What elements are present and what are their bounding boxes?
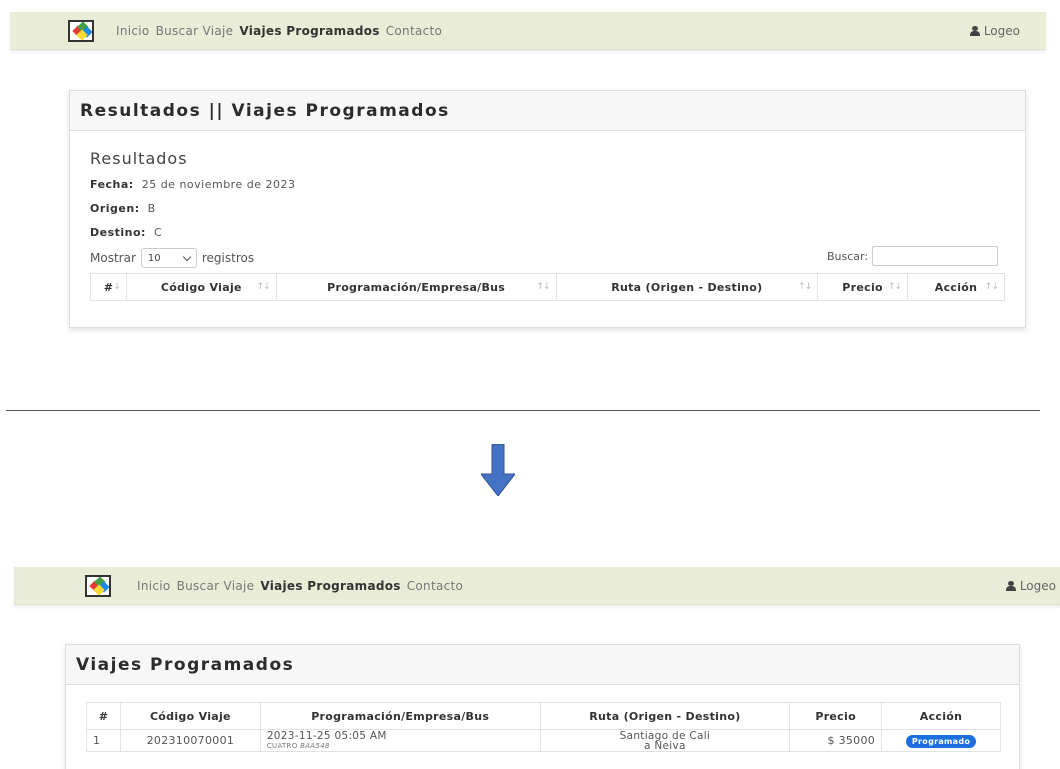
nav-links: Inicio Buscar Viaje Viajes Programados C… xyxy=(116,24,448,38)
user-icon xyxy=(1005,580,1016,591)
login-label: Logeo xyxy=(1019,578,1056,593)
row-action: Programado xyxy=(881,729,1001,752)
destino-value: C xyxy=(153,226,163,239)
col-precio[interactable]: Precio ↑↓ xyxy=(817,273,909,301)
row-company: CUATRO xyxy=(266,741,298,750)
col-programacion[interactable]: Programación/Empresa/Bus ↑↓ xyxy=(275,273,557,301)
logo-icon[interactable] xyxy=(85,574,111,597)
results-table: # ↓ Código Viaje ↑↓ Programación/Empresa/B… xyxy=(90,273,1005,301)
origen-value: B xyxy=(147,202,156,215)
sort-icon: ↓ xyxy=(113,282,120,292)
page-length-value: 10 xyxy=(147,252,161,264)
origen-row: Origen: B xyxy=(90,202,156,215)
row-route-origin: Santiago de Cali xyxy=(619,729,711,742)
section-title: Resultados xyxy=(90,149,188,168)
status-badge[interactable]: Programado xyxy=(905,734,977,748)
user-icon xyxy=(969,25,980,36)
logo-icon[interactable] xyxy=(68,19,94,42)
divider-line xyxy=(6,410,1040,411)
row-company-bus: CUATRO BAA548 xyxy=(267,741,540,751)
nav-contacto[interactable]: Contacto xyxy=(386,24,442,38)
nav-buscar-viaje[interactable]: Buscar Viaje xyxy=(156,24,234,38)
col-num: # xyxy=(86,702,121,730)
navbar-top: Inicio Buscar Viaje Viajes Programados C… xyxy=(10,12,1046,50)
table-header-row: # ↓ Código Viaje ↑↓ Programación/Empresa/B… xyxy=(90,273,1005,301)
col-precio: Precio xyxy=(789,702,883,730)
nav-inicio[interactable]: Inicio xyxy=(137,579,171,593)
nav-viajes-programados[interactable]: Viajes Programados xyxy=(260,579,400,593)
results-card-header: Resultados || Viajes Programados xyxy=(70,91,1025,131)
sort-icon: ↑↓ xyxy=(887,282,902,292)
row-num: 1 xyxy=(86,729,121,752)
table-header-row: # Código Viaje Programación/Empresa/Bus … xyxy=(86,702,1001,730)
scheduled-trips-table: # Código Viaje Programación/Empresa/Bus … xyxy=(86,702,1001,752)
search-control: Buscar: xyxy=(827,246,999,266)
destino-label: Destino: xyxy=(90,226,146,239)
sort-icon: ↑↓ xyxy=(984,282,999,292)
nav-links: Inicio Buscar Viaje Viajes Programados C… xyxy=(137,579,469,593)
mostrar-label: Mostrar xyxy=(90,251,136,265)
col-programacion: Programación/Empresa/Bus xyxy=(259,702,541,730)
navbar-bottom: Inicio Buscar Viaje Viajes Programados C… xyxy=(14,567,1060,605)
login-link[interactable]: Logeo xyxy=(969,23,1020,38)
nav-viajes-programados[interactable]: Viajes Programados xyxy=(239,24,379,38)
results-card: Resultados || Viajes Programados Resulta… xyxy=(69,90,1026,328)
nav-contacto[interactable]: Contacto xyxy=(407,579,463,593)
col-num[interactable]: # ↓ xyxy=(90,273,127,301)
col-codigo-viaje: Código Viaje xyxy=(119,702,261,730)
scheduled-trips-card: Viajes Programados # Código Viaje Progra… xyxy=(65,644,1020,769)
origen-label: Origen: xyxy=(90,202,140,215)
table-row: 1 202310070001 2023-11-25 05:05 AM CUATR… xyxy=(86,729,1001,752)
page-length-control: Mostrar 10 registros xyxy=(90,248,254,268)
col-accion[interactable]: Acción ↑↓ xyxy=(907,273,1005,301)
row-price: $ 35000 xyxy=(789,729,883,752)
page-length-select[interactable]: 10 xyxy=(140,248,197,268)
arrow-down-icon xyxy=(481,444,515,496)
scheduled-trips-card-title: Viajes Programados xyxy=(76,654,295,675)
destino-row: Destino: C xyxy=(90,226,162,239)
sort-icon: ↑↓ xyxy=(798,282,812,292)
col-ruta: Ruta (Origen - Destino) xyxy=(539,702,791,730)
sort-icon: ↑↓ xyxy=(536,282,550,292)
nav-inicio[interactable]: Inicio xyxy=(116,24,150,38)
row-programacion: 2023-11-25 05:05 AM CUATRO BAA548 xyxy=(259,729,541,752)
row-route-dest: a Neiva xyxy=(644,739,686,752)
fecha-row: Fecha: 25 de noviembre de 2023 xyxy=(90,178,295,191)
row-code: 202310070001 xyxy=(119,729,261,752)
col-ruta[interactable]: Ruta (Origen - Destino) ↑↓ xyxy=(555,273,819,301)
login-link[interactable]: Logeo xyxy=(1005,578,1056,593)
scheduled-trips-card-header: Viajes Programados xyxy=(66,645,1019,685)
row-route: Santiago de Cali a Neiva xyxy=(539,729,791,752)
sort-icon: ↑↓ xyxy=(256,282,271,292)
nav-buscar-viaje[interactable]: Buscar Viaje xyxy=(177,579,255,593)
col-accion: Acción xyxy=(881,702,1001,730)
fecha-value: 25 de noviembre de 2023 xyxy=(141,178,296,191)
search-input[interactable] xyxy=(872,246,999,266)
chevron-down-icon xyxy=(182,252,192,261)
row-bus: BAA548 xyxy=(300,741,330,750)
registros-label: registros xyxy=(201,251,255,265)
row-datetime: 2023-11-25 05:05 AM xyxy=(266,729,387,742)
search-label: Buscar: xyxy=(827,249,869,263)
results-card-title: Resultados || Viajes Programados xyxy=(80,100,450,121)
col-codigo-viaje[interactable]: Código Viaje ↑↓ xyxy=(125,273,277,301)
fecha-label: Fecha: xyxy=(90,178,134,191)
login-label: Logeo xyxy=(983,23,1020,38)
